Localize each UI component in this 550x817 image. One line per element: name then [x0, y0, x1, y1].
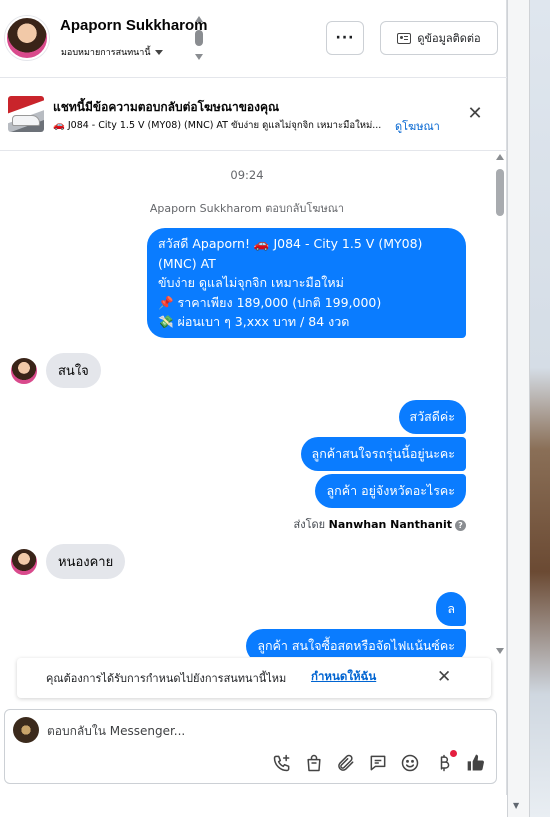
info-icon[interactable]: ? — [455, 519, 466, 531]
paperclip-icon[interactable] — [335, 752, 357, 774]
close-icon[interactable]: ✕ — [437, 667, 451, 687]
scroll-down-icon — [195, 54, 203, 60]
saved-reply-icon[interactable] — [367, 752, 389, 774]
chevron-down-icon — [154, 50, 163, 55]
close-icon[interactable]: ✕ — [466, 105, 484, 123]
conversation-panel: Apaporn Sukkharom มอบหมายการสนทนานี้ ···… — [0, 0, 507, 795]
outgoing-ad-message[interactable]: สวัสดี Apaporn! 🚗 J084 - City 1.5 V (MY0… — [147, 228, 466, 338]
view-ad-link[interactable]: ดูโฆษณา — [395, 117, 440, 135]
shopping-bag-icon[interactable] — [303, 752, 325, 774]
message-timestamp: 09:24 — [230, 168, 264, 182]
message-scrollbar[interactable] — [494, 152, 506, 657]
assign-label: มอบหมายการสนทนานี้ — [61, 48, 151, 58]
ad-message-line: สวัสดี Apaporn! 🚗 J084 - City 1.5 V (MY0… — [158, 236, 423, 251]
outgoing-message[interactable]: ลูกค้า สนใจซื้อสดหรือจัดไฟแน้นซ์คะ — [246, 629, 466, 657]
sent-by-line: ส่งโดย Nanwhan Nanthanit? — [0, 515, 466, 533]
incoming-message[interactable]: หนองคาย — [46, 544, 126, 579]
assign-to-me-link[interactable]: กำหนดให้ฉัน — [311, 668, 376, 686]
conversation-header: Apaporn Sukkharom มอบหมายการสนทนานี้ ···… — [0, 0, 507, 78]
outgoing-message[interactable]: ลูกค้า อยู่จังหวัดอะไรคะ — [315, 474, 466, 508]
like-icon[interactable] — [465, 752, 487, 774]
scroll-up-icon[interactable] — [496, 154, 504, 160]
message-list: 09:24 Apaporn Sukkharom ตอบกลับโฆษณา สวั… — [0, 152, 507, 657]
ad-banner-subtitle: 🚗 J084 - City 1.5 V (MY08) (MNC) AT ขับง… — [53, 120, 382, 131]
sender-name: Nanwhan Nanthanit — [328, 518, 452, 531]
ad-message-line: 💸 ผ่อนเบา ๆ 3,xxx บาท / 84 งวด — [158, 314, 350, 329]
assign-suggestion-text: คุณต้องการได้รับการกำหนดไปยังการสนทนานี้… — [46, 672, 287, 685]
view-contact-info-label: ดูข้อมูลติดต่อ — [417, 32, 481, 45]
page-avatar — [13, 717, 39, 743]
desktop-background: ▼ — [507, 0, 550, 817]
sent-by-prefix: ส่งโดย — [293, 518, 326, 531]
contact-avatar[interactable] — [5, 16, 49, 60]
window-scroll-down-arrow[interactable]: ▼ — [513, 801, 519, 810]
view-contact-info-button[interactable]: ดูข้อมูลติดต่อ — [380, 21, 498, 55]
name-scroller[interactable] — [194, 16, 204, 62]
contact-name[interactable]: Apaporn Sukkharom — [60, 17, 208, 34]
ad-message-line: (MNC) AT — [158, 255, 216, 271]
outgoing-message[interactable]: สวัสดีค่ะ — [398, 400, 466, 434]
window-scrollbar-edge — [507, 0, 530, 817]
ad-message-line: ขับง่าย ดูแลไม่จุกจิก เหมาะมือใหม่ — [158, 275, 344, 290]
more-options-button[interactable]: ··· — [326, 21, 364, 55]
ad-message-line: 📌 ราคาเพียง 189,000 (ปกติ 199,000) — [158, 294, 382, 310]
contact-avatar-small[interactable] — [10, 548, 38, 576]
outgoing-message[interactable]: ลูกค้าสนใจรถรุ่นนี้อยู่นะคะ — [300, 437, 466, 471]
assign-suggestion-bar: คุณต้องการได้รับการกำหนดไปยังการสนทนานี้… — [17, 658, 491, 698]
contact-card-icon — [397, 32, 412, 44]
scroll-thumb[interactable] — [496, 169, 504, 216]
scroll-up-icon — [195, 16, 203, 22]
contact-avatar-small[interactable] — [10, 357, 38, 385]
ad-reply-banner: แชทนี้มีข้อความตอบกลับต่อโฆษณาของคุณ 🚗 J… — [0, 79, 507, 151]
incoming-message[interactable]: สนใจ — [46, 353, 101, 388]
emoji-icon[interactable] — [399, 752, 421, 774]
baht-icon[interactable] — [433, 750, 457, 774]
scroll-down-icon[interactable] — [496, 648, 504, 654]
assign-dropdown[interactable]: มอบหมายการสนทนานี้ — [61, 45, 163, 59]
phone-plus-icon[interactable] — [271, 752, 293, 774]
ad-thumbnail[interactable] — [8, 96, 44, 132]
ad-banner-title: แชทนี้มีข้อความตอบกลับต่อโฆษณาของคุณ — [53, 100, 280, 114]
scroll-thumb[interactable] — [195, 30, 203, 46]
reply-input[interactable] — [45, 720, 485, 742]
outgoing-message[interactable]: ล — [436, 592, 466, 626]
message-composer — [4, 709, 497, 784]
notification-dot — [450, 750, 457, 757]
system-notice: Apaporn Sukkharom ตอบกลับโฆษณา — [149, 202, 345, 215]
